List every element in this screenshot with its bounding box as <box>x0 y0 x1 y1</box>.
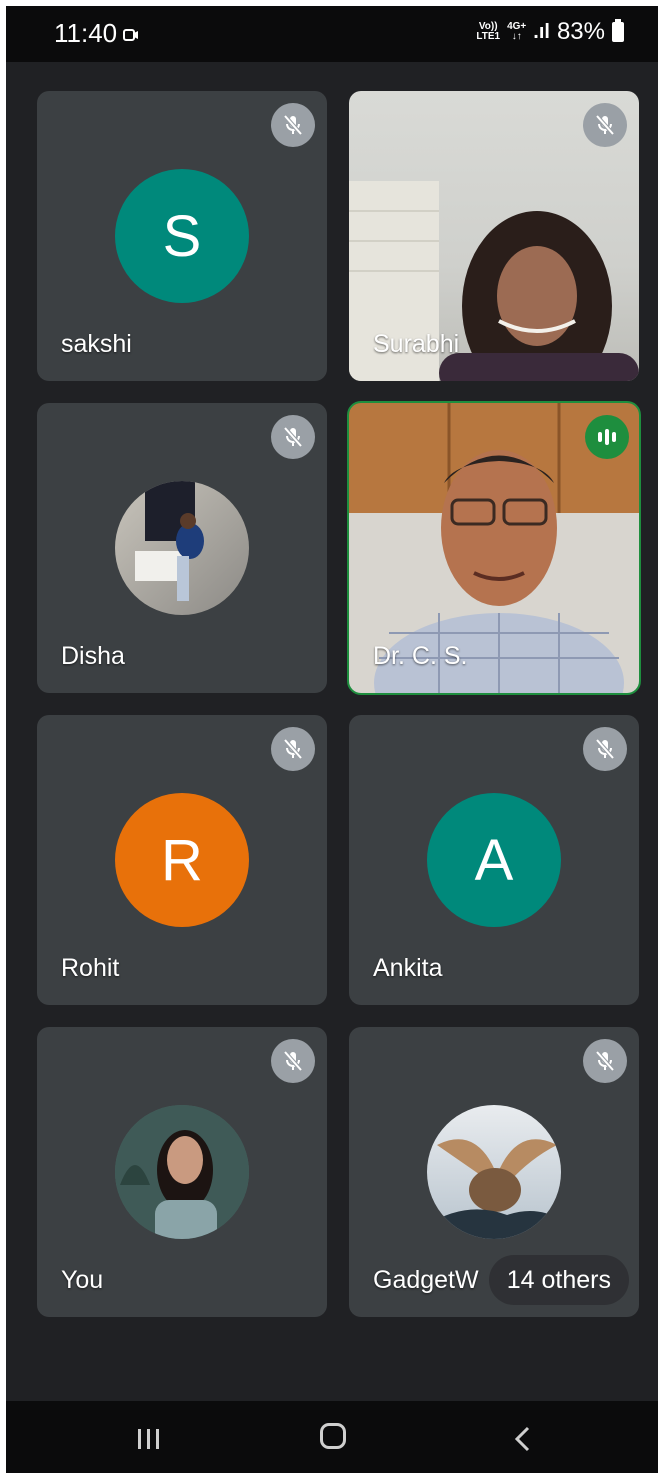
participant-tile-disha[interactable]: Disha <box>37 403 327 693</box>
participant-name: Ankita <box>373 954 443 982</box>
volte-indicator: Vo)) LTE1 <box>476 21 501 42</box>
participant-tile-surabhi[interactable]: Surabhi <box>349 91 639 381</box>
mic-off-icon <box>271 415 315 459</box>
avatar-photo <box>115 1105 249 1239</box>
status-indicators: Vo)) LTE1 4G+ ↓↑ .ıl 83% <box>476 18 624 46</box>
participant-tile-gadgetw[interactable]: GadgetW 14 others <box>349 1027 639 1317</box>
status-time: 11:40 <box>54 18 118 48</box>
battery-icon <box>612 19 624 42</box>
participant-name: sakshi <box>61 330 132 358</box>
signal-icon: .ıl <box>533 20 550 43</box>
participant-name: Surabhi <box>373 330 460 358</box>
meet-call-screen: 11:40 Vo)) LTE1 4G+ ↓↑ .ıl 83% S sakshi <box>6 6 658 1473</box>
back-icon[interactable] <box>511 1425 535 1453</box>
system-nav-bar <box>6 1401 658 1473</box>
participant-name: Disha <box>61 642 125 670</box>
home-icon[interactable] <box>320 1423 346 1449</box>
battery-percent: 83% <box>556 18 605 45</box>
participant-tile-sakshi[interactable]: S sakshi <box>37 91 327 381</box>
mic-off-icon <box>583 727 627 771</box>
participant-tile-rohit[interactable]: R Rohit <box>37 715 327 1005</box>
mic-off-icon <box>271 1039 315 1083</box>
mic-off-icon <box>583 103 627 147</box>
avatar-photo <box>427 1105 561 1239</box>
screen-record-icon <box>123 29 138 41</box>
participant-name: Rohit <box>61 954 120 982</box>
others-count-badge[interactable]: 14 others <box>488 1255 629 1305</box>
participant-tile-dr-cs[interactable]: Dr. C. S. <box>347 401 641 695</box>
participant-tile-ankita[interactable]: A Ankita <box>349 715 639 1005</box>
avatar: A <box>427 793 561 927</box>
speaking-indicator-icon <box>585 415 629 459</box>
participant-name: Dr. C. S. <box>373 642 468 670</box>
recents-icon[interactable] <box>136 1427 162 1451</box>
participant-name: GadgetW <box>373 1266 479 1294</box>
network-indicator: 4G+ ↓↑ <box>507 21 527 42</box>
mic-off-icon <box>271 727 315 771</box>
avatar-photo <box>115 481 249 615</box>
mic-off-icon <box>583 1039 627 1083</box>
participant-name: You <box>61 1266 104 1294</box>
status-bar: 11:40 Vo)) LTE1 4G+ ↓↑ .ıl 83% <box>6 6 658 62</box>
mic-off-icon <box>271 103 315 147</box>
participant-tile-you[interactable]: You <box>37 1027 327 1317</box>
avatar: R <box>115 793 249 927</box>
avatar: S <box>115 169 249 303</box>
